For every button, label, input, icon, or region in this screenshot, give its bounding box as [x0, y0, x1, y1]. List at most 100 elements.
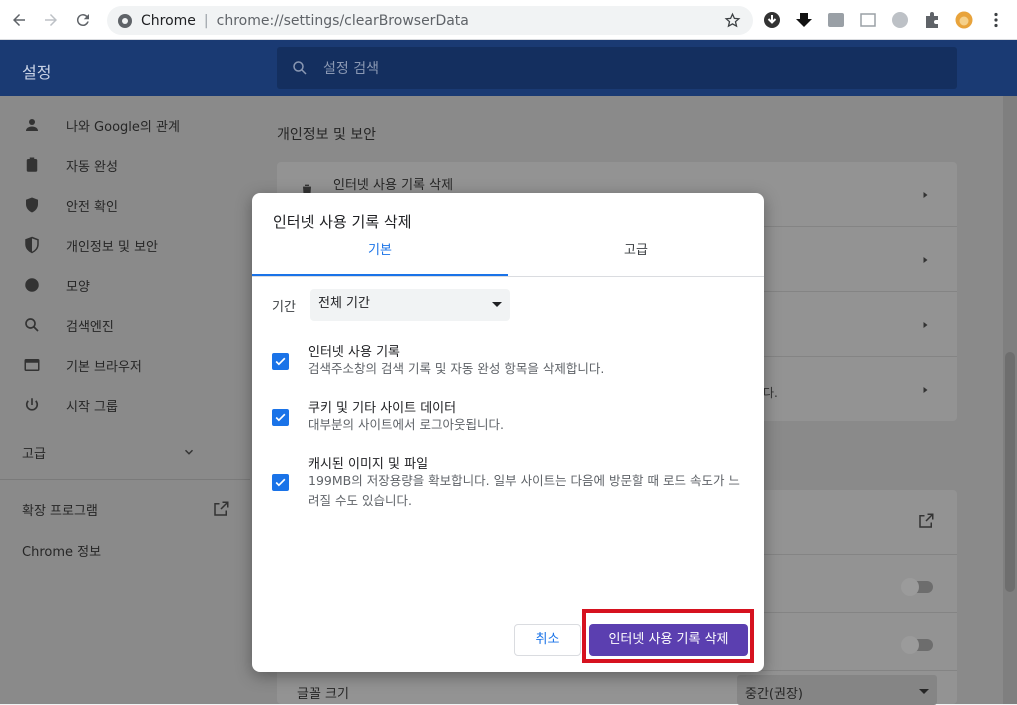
url-text: chrome://settings/clearBrowserData [216, 12, 469, 29]
shield-half-icon [22, 235, 42, 255]
arrow-extension[interactable] [794, 10, 814, 30]
scrollbar-thumb[interactable] [1005, 352, 1015, 592]
section-title: 개인정보 및 보안 [277, 127, 377, 143]
sidebar-about[interactable]: Chrome 정보 [22, 541, 101, 560]
sidebar-item-label: 시작 그룹 [66, 399, 118, 415]
share-extension[interactable] [890, 10, 910, 30]
tab-divider [252, 276, 764, 277]
time-range-select[interactable]: 전체 기간 [310, 289, 510, 321]
arrow-left-icon [13, 13, 25, 26]
search-placeholder: 설정 검색 [323, 61, 379, 77]
share-icon [892, 12, 908, 28]
chrome-icon [118, 13, 132, 28]
image-extension[interactable] [858, 10, 878, 30]
bookmark-star-icon[interactable] [724, 12, 741, 29]
extensions-label: 확장 프로그램 [22, 504, 98, 519]
forward-button[interactable] [38, 7, 64, 33]
sidebar-advanced[interactable]: 고급 [22, 443, 194, 462]
download-extension[interactable] [762, 10, 782, 30]
sidebar-item-privacy[interactable]: 개인정보 및 보안 [22, 235, 158, 255]
font-size-value: 중간(권장) [745, 687, 803, 702]
sidebar-item-default-browser[interactable]: 기본 브라우저 [22, 355, 142, 375]
history-option-title: 인터넷 사용 기록 [308, 345, 400, 360]
puzzle-icon [926, 12, 938, 28]
download-circle-icon [764, 12, 780, 28]
dialog-title: 인터넷 사용 기록 삭제 [273, 213, 412, 231]
profile-avatar[interactable] [954, 10, 974, 30]
site-name: Chrome [141, 12, 196, 29]
sidebar-item-search-engine[interactable]: 검색엔진 [22, 315, 114, 335]
sidebar-item-label: 모양 [66, 279, 90, 295]
cancel-button[interactable]: 취소 [514, 624, 581, 656]
history-option-desc: 검색주소창의 검색 기록 및 자동 완성 항목을 삭제합니다. [308, 361, 605, 376]
search-icon [293, 61, 307, 75]
check-icon [275, 357, 286, 366]
caret-down-icon [919, 689, 929, 694]
search-icon [22, 315, 42, 335]
sidebar-item-appearance[interactable]: 모양 [22, 275, 90, 295]
extensions-area [762, 10, 1017, 30]
lion-avatar-icon [955, 11, 973, 29]
font-size-select[interactable]: 중간(권장) [737, 675, 937, 705]
sidebar-item-label: 나와 Google의 관계 [66, 119, 180, 135]
sidebar-item-label: 검색엔진 [66, 319, 114, 335]
cookies-option-title: 쿠키 및 기타 사이트 데이터 [308, 401, 457, 416]
cache-checkbox[interactable] [272, 474, 289, 491]
menu-button[interactable] [986, 10, 1006, 30]
arrow-right-icon [45, 13, 57, 26]
browser-icon [22, 355, 42, 375]
palette-icon [22, 275, 42, 295]
time-range-value: 전체 기간 [318, 296, 370, 311]
toggle-switch[interactable] [901, 578, 933, 596]
settings-sidebar: 나와 Google의 관계 자동 완성 안전 확인 개인정보 및 보안 모양 검… [0, 96, 250, 704]
address-bar[interactable]: Chrome | chrome://settings/clearBrowserD… [107, 6, 753, 35]
clear-browsing-data-dialog: 인터넷 사용 기록 삭제 기본 고급 기간 전체 기간 인터넷 사용 기록 검색… [252, 193, 764, 672]
kebab-menu-icon [994, 12, 998, 28]
tab-advanced[interactable]: 고급 [508, 239, 764, 275]
person-icon [22, 115, 42, 135]
settings-search[interactable]: 설정 검색 [277, 47, 957, 89]
chevron-down-icon [184, 449, 194, 455]
about-label: Chrome 정보 [22, 545, 102, 560]
chevron-right-icon [923, 257, 928, 263]
cookies-option-desc: 대부분의 사이트에서 로그아웃됩니다. [308, 417, 504, 432]
scrollbar[interactable] [1003, 96, 1017, 704]
sidebar-item-google[interactable]: 나와 Google의 관계 [22, 115, 180, 135]
history-checkbox[interactable] [272, 353, 289, 370]
sidebar-divider [0, 479, 250, 480]
browser-toolbar: Chrome | chrome://settings/clearBrowserD… [0, 0, 1017, 40]
gray-extension[interactable] [826, 10, 846, 30]
settings-title: 설정 [22, 63, 52, 82]
power-icon [22, 395, 42, 415]
check-icon [275, 478, 286, 487]
partial-text: 다. [763, 386, 778, 400]
sidebar-item-safety-check[interactable]: 안전 확인 [22, 195, 118, 215]
sidebar-item-label: 자동 완성 [66, 159, 118, 175]
open-in-new-icon[interactable] [917, 512, 935, 530]
cookies-checkbox[interactable] [272, 409, 289, 426]
clear-data-button[interactable]: 인터넷 사용 기록 삭제 [589, 624, 748, 656]
time-range-label: 기간 [272, 300, 296, 315]
font-size-row: 글꼴 크기 중간(권장) [277, 670, 957, 705]
toggle-switch[interactable] [901, 636, 933, 654]
reload-button[interactable] [70, 7, 96, 33]
chevron-right-icon [923, 387, 928, 393]
back-button[interactable] [6, 7, 32, 33]
sidebar-item-label: 개인정보 및 보안 [66, 239, 158, 255]
sidebar-item-autofill[interactable]: 자동 완성 [22, 155, 118, 175]
tab-basic[interactable]: 기본 [252, 239, 508, 276]
reload-icon [76, 13, 89, 26]
settings-header: 설정 설정 검색 [0, 40, 1017, 96]
sidebar-item-on-startup[interactable]: 시작 그룹 [22, 395, 118, 415]
open-in-new-icon [214, 501, 229, 516]
grid-box-icon [828, 13, 844, 27]
cache-option-title: 캐시된 이미지 및 파일 [308, 457, 429, 472]
chevron-right-icon[interactable] [919, 189, 931, 201]
chevron-right-icon [923, 322, 928, 328]
caret-down-icon [492, 302, 502, 307]
sidebar-extensions[interactable]: 확장 프로그램 [22, 500, 229, 519]
puzzle-extension[interactable] [922, 10, 942, 30]
image-box-icon [860, 13, 876, 27]
sidebar-item-label: 기본 브라우저 [66, 359, 142, 375]
font-size-label: 글꼴 크기 [297, 687, 349, 702]
